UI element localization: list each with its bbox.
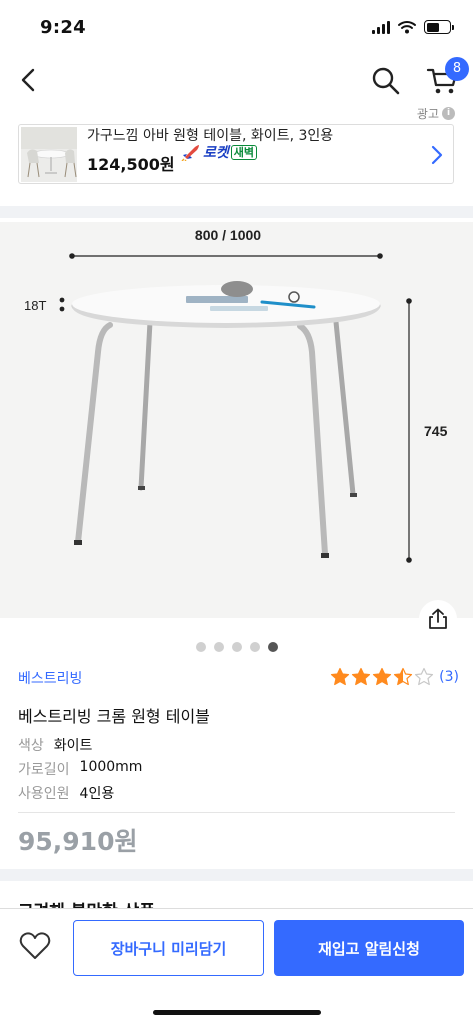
thickness-label: 18T [24, 298, 46, 313]
carousel-dot[interactable] [267, 642, 278, 652]
rating-stars [330, 667, 434, 686]
star-icon [394, 667, 413, 686]
star-icon [352, 667, 371, 686]
ad-label: 광고 i [417, 105, 455, 122]
heart-icon[interactable] [18, 929, 52, 963]
restock-notify-button[interactable]: 재입고 알림신청 [274, 920, 464, 976]
product-price: 95,910원 [18, 827, 138, 856]
product-name: 베스트리빙 크롬 원형 테이블 [18, 707, 210, 726]
height-dimension-label: 745 [424, 423, 448, 439]
carousel-dot[interactable] [195, 642, 206, 652]
wifi-icon [398, 21, 416, 34]
back-arrow-icon[interactable] [14, 63, 44, 97]
option-label: 색상 [18, 738, 44, 754]
share-button[interactable] [419, 600, 457, 638]
rocket-delivery-badge: 로켓 새벽 [181, 142, 258, 162]
carousel-dot[interactable] [213, 642, 224, 652]
nav-bar [0, 55, 473, 105]
ad-product-card[interactable]: 가구느낌 아바 원형 테이블, 화이트, 3인용 124,500원 로켓 새벽 [18, 124, 454, 184]
option-value: 화이트 [53, 738, 93, 754]
ad-label-text: 광고 [416, 107, 439, 121]
search-icon[interactable] [370, 65, 402, 97]
ad-product-price: 124,500원 [87, 155, 175, 174]
section-divider [0, 206, 473, 218]
bottom-action-bar: 장바구니 미리담기 재입고 알림신청 [0, 908, 473, 1024]
cellular-signal-icon [372, 20, 390, 34]
star-icon [415, 667, 434, 686]
option-label: 가로길이 [18, 762, 70, 778]
star-icon [331, 667, 350, 686]
status-time: 9:24 [40, 17, 86, 38]
divider [18, 812, 455, 813]
info-icon[interactable]: i [442, 107, 455, 120]
carousel-dot[interactable] [249, 642, 260, 652]
brand-link[interactable]: 베스트리빙 [18, 668, 82, 688]
rating[interactable]: (3) [330, 667, 459, 686]
rocket-icon [181, 145, 199, 161]
option-value: 4인용 [79, 786, 115, 802]
home-indicator [153, 1010, 321, 1015]
status-icons [372, 20, 454, 34]
star-icon [373, 667, 392, 686]
share-icon [429, 608, 447, 629]
section-divider [0, 869, 473, 881]
option-capacity: 사용인원 4인용 [18, 783, 114, 803]
product-image[interactable]: 800 / 1000 18T 745 [0, 222, 473, 618]
image-carousel-dots[interactable] [0, 642, 473, 652]
rocket-label: 로켓 [203, 145, 229, 161]
dawn-delivery-tag: 새벽 [230, 144, 258, 160]
status-bar: 9:24 [0, 0, 473, 52]
chevron-right-icon [431, 145, 443, 165]
add-to-cart-button[interactable]: 장바구니 미리담기 [73, 920, 264, 976]
review-count[interactable]: (3) [439, 669, 459, 685]
option-label: 사용인원 [18, 786, 70, 802]
cart-count-badge: 8 [445, 57, 469, 81]
ad-product-thumbnail [21, 127, 77, 182]
carousel-dot[interactable] [231, 642, 242, 652]
option-width: 가로길이 1000mm [18, 759, 142, 779]
option-color: 색상 화이트 [18, 735, 92, 755]
battery-icon [424, 20, 454, 34]
width-dimension-label: 800 / 1000 [195, 227, 261, 243]
option-value: 1000mm [79, 759, 143, 775]
